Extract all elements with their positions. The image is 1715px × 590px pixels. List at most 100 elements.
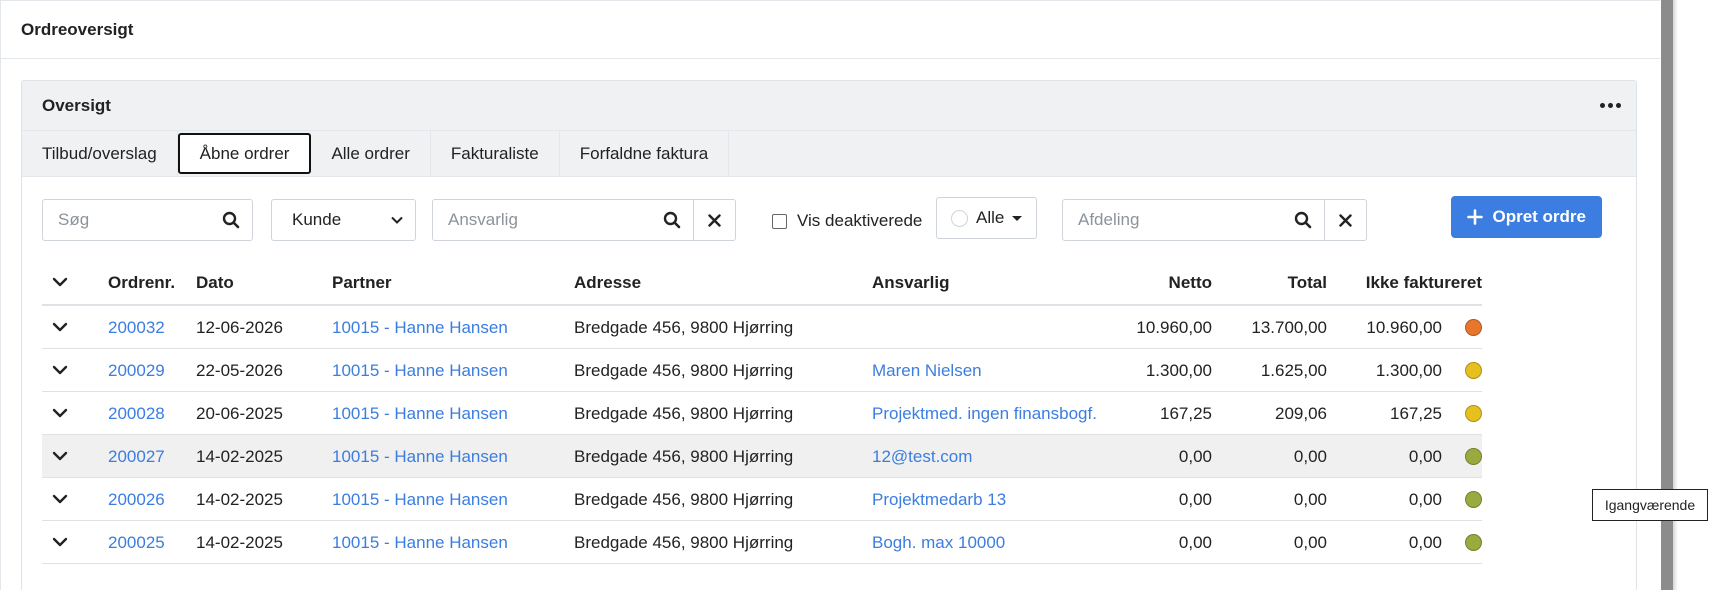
expand-row-icon[interactable] — [52, 491, 68, 507]
tab-open-orders[interactable]: Åbne ordrer — [177, 133, 312, 174]
partner-link[interactable]: 10015 - Hanne Hansen — [332, 533, 508, 553]
total-amount: 13.700,00 — [1251, 318, 1327, 337]
search-icon[interactable] — [1282, 200, 1324, 240]
col-partner[interactable]: Partner — [332, 273, 392, 293]
total-amount: 209,06 — [1275, 404, 1327, 423]
partner-link[interactable]: 10015 - Hanne Hansen — [332, 490, 508, 510]
net-amount: 0,00 — [1178, 533, 1212, 552]
status-circle-icon — [951, 209, 968, 227]
department-input[interactable]: Afdeling — [1063, 210, 1282, 230]
status-dot-icon[interactable] — [1465, 448, 1482, 465]
show-deactivated-checkbox[interactable] — [772, 213, 787, 229]
responsible-link[interactable]: Bogh. max 10000 — [872, 533, 1005, 553]
responsible-link[interactable]: Maren Nielsen — [872, 361, 982, 381]
page-header: Ordreoversigt — [1, 1, 1660, 59]
responsible-link[interactable]: Projektmed. ingen finansbogf. — [872, 404, 1097, 424]
col-total[interactable]: Total — [1288, 273, 1327, 293]
responsible-link[interactable]: 12@test.com — [872, 447, 972, 467]
table-row[interactable]: 200028 20-06-2025 10015 - Hanne Hansen B… — [42, 392, 1482, 435]
partner-link[interactable]: 10015 - Hanne Hansen — [332, 404, 508, 424]
expand-row-icon[interactable] — [52, 362, 68, 378]
expand-row-icon[interactable] — [52, 448, 68, 464]
responsible-field[interactable]: Ansvarlig — [432, 199, 736, 241]
status-dot-icon[interactable] — [1465, 362, 1482, 379]
tab-invoice-list[interactable]: Fakturaliste — [431, 131, 560, 176]
order-number-link[interactable]: 200029 — [108, 361, 165, 381]
card-title: Oversigt — [42, 95, 111, 115]
order-number-link[interactable]: 200027 — [108, 447, 165, 467]
chevron-down-icon — [391, 216, 403, 224]
table-row[interactable]: 200029 22-05-2026 10015 - Hanne Hansen B… — [42, 349, 1482, 392]
order-address: Bredgade 456, 9800 Hjørring — [574, 490, 794, 509]
net-amount: 0,00 — [1178, 447, 1212, 466]
search-icon[interactable] — [210, 200, 252, 240]
not-invoiced-amount: 1.300,00 — [1375, 361, 1442, 380]
filter-bar: Søg Kunde Ansvarlig Vis deaktiverede All… — [42, 196, 1622, 243]
search-icon[interactable] — [651, 200, 693, 240]
order-date: 12-06-2026 — [196, 318, 283, 337]
expand-all-icon[interactable] — [52, 274, 68, 290]
order-date: 22-05-2026 — [196, 361, 283, 380]
table-body: 200032 12-06-2026 10015 - Hanne Hansen B… — [42, 306, 1482, 564]
partner-link[interactable]: 10015 - Hanne Hansen — [332, 318, 508, 338]
create-order-button[interactable]: Opret ordre — [1451, 196, 1602, 238]
expand-row-icon[interactable] — [52, 405, 68, 421]
status-dot-icon[interactable] — [1465, 491, 1482, 508]
not-invoiced-amount: 0,00 — [1408, 490, 1442, 509]
show-deactivated-label: Vis deaktiverede — [797, 211, 923, 230]
table-row[interactable]: 200027 14-02-2025 10015 - Hanne Hansen B… — [42, 435, 1482, 478]
col-responsible[interactable]: Ansvarlig — [872, 273, 949, 293]
col-date[interactable]: Dato — [196, 273, 234, 293]
order-number-link[interactable]: 200026 — [108, 490, 165, 510]
clear-responsible-button[interactable] — [693, 200, 735, 240]
order-address: Bredgade 456, 9800 Hjørring — [574, 318, 794, 337]
close-icon — [708, 213, 721, 227]
not-invoiced-amount: 0,00 — [1408, 533, 1442, 552]
order-address: Bredgade 456, 9800 Hjørring — [574, 404, 794, 423]
order-address: Bredgade 456, 9800 Hjørring — [574, 361, 794, 380]
col-net[interactable]: Netto — [1169, 273, 1212, 293]
total-amount: 0,00 — [1293, 447, 1327, 466]
more-horizontal-icon[interactable] — [1598, 96, 1622, 114]
responsible-input[interactable]: Ansvarlig — [433, 210, 651, 230]
table-header: Ordrenr. Dato Partner Adresse Ansvarlig … — [42, 261, 1482, 306]
order-number-link[interactable]: 200028 — [108, 404, 165, 424]
order-number-link[interactable]: 200032 — [108, 318, 165, 338]
caret-down-icon — [1012, 215, 1023, 221]
search-field[interactable]: Søg — [42, 199, 253, 241]
table-row[interactable]: 200025 14-02-2025 10015 - Hanne Hansen B… — [42, 521, 1482, 564]
table-row[interactable]: 200032 12-06-2026 10015 - Hanne Hansen B… — [42, 306, 1482, 349]
show-deactivated-toggle[interactable]: Vis deaktiverede — [772, 211, 922, 231]
col-not-invoiced[interactable]: Ikke faktureret — [1366, 273, 1482, 293]
customer-select[interactable]: Kunde — [271, 199, 416, 241]
card-header: Oversigt — [22, 81, 1636, 131]
status-dot-icon[interactable] — [1465, 319, 1482, 336]
plus-icon — [1467, 209, 1484, 225]
tab-overdue-invoices[interactable]: Forfaldne faktura — [560, 131, 730, 176]
responsible-link[interactable]: Projektmedarb 13 — [872, 490, 1006, 510]
col-address[interactable]: Adresse — [574, 273, 641, 293]
tab-all-orders[interactable]: Alle ordrer — [311, 131, 431, 176]
tab-quotes[interactable]: Tilbud/overslag — [22, 131, 178, 176]
expand-row-icon[interactable] — [52, 534, 68, 550]
net-amount: 10.960,00 — [1136, 318, 1212, 337]
col-order-no[interactable]: Ordrenr. — [108, 273, 175, 293]
status-dot-icon[interactable] — [1465, 405, 1482, 422]
total-amount: 0,00 — [1293, 533, 1327, 552]
total-amount: 1.625,00 — [1260, 361, 1327, 380]
partner-link[interactable]: 10015 - Hanne Hansen — [332, 361, 508, 381]
order-number-link[interactable]: 200025 — [108, 533, 165, 553]
status-filter-label: Alle — [976, 208, 1005, 227]
partner-link[interactable]: 10015 - Hanne Hansen — [332, 447, 508, 467]
net-amount: 167,25 — [1160, 404, 1212, 423]
expand-row-icon[interactable] — [52, 319, 68, 335]
clear-department-button[interactable] — [1324, 200, 1366, 240]
status-filter-dropdown[interactable]: Alle — [936, 197, 1038, 239]
not-invoiced-amount: 0,00 — [1408, 447, 1442, 466]
table-row[interactable]: 200026 14-02-2025 10015 - Hanne Hansen B… — [42, 478, 1482, 521]
status-dot-icon[interactable] — [1465, 534, 1482, 551]
not-invoiced-amount: 167,25 — [1390, 404, 1442, 423]
department-field[interactable]: Afdeling — [1062, 199, 1367, 241]
order-date: 14-02-2025 — [196, 490, 283, 509]
search-input[interactable]: Søg — [43, 210, 210, 230]
